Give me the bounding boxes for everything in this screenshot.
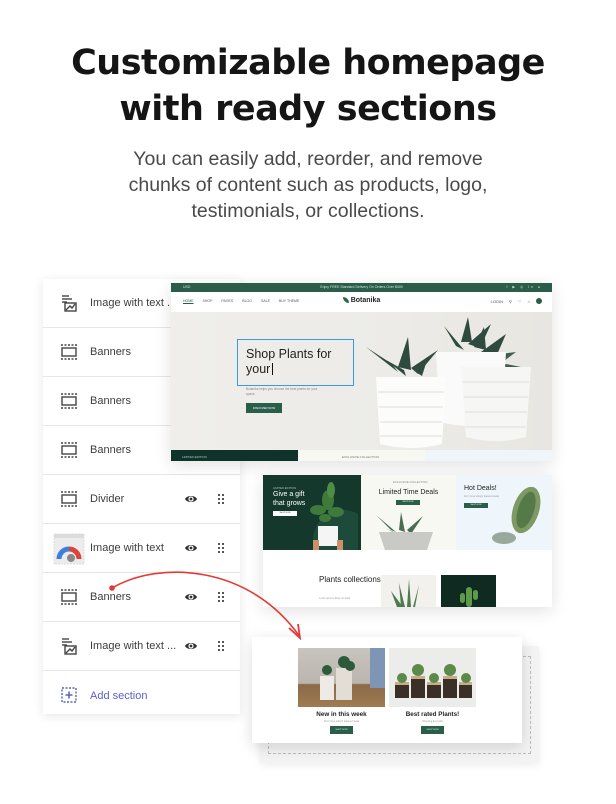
youtube-icon[interactable]: ▶	[512, 285, 517, 289]
add-section-label: Add section	[90, 689, 148, 702]
aloe-plant-image	[376, 512, 433, 550]
eye-icon[interactable]	[184, 590, 198, 604]
nav-actions: LOGIN ⚲ ♡ ⌂	[491, 298, 542, 304]
pinterest-icon[interactable]: ●	[538, 285, 542, 289]
strip-banner-3	[425, 450, 552, 461]
hero-title-text[interactable]: Shop Plants for your	[246, 347, 353, 377]
arrow-head-icon	[288, 623, 302, 641]
divider-icon	[61, 491, 77, 507]
banner-hot-deals[interactable]: Hot Deals! Don't miss today's featured d…	[456, 475, 552, 550]
eye-icon[interactable]	[184, 639, 198, 653]
add-section-button[interactable]: Add section	[43, 671, 240, 720]
gauge-thumbnail-icon	[53, 533, 85, 565]
section-item[interactable]: Divider	[43, 475, 240, 524]
cart-icon[interactable]: ⌂	[528, 299, 530, 304]
headline-line-1: Customizable homepage	[71, 43, 545, 83]
new-in-week-subtitle: Don't miss today's featured deals	[323, 720, 360, 723]
add-section-icon	[61, 687, 77, 703]
announcement-bar: USD Enjoy FREE Standard Delivery On Orde…	[171, 283, 552, 292]
strip-banner-2: EXCLUSIVE COLLECTION	[298, 450, 425, 461]
headline-line-2: with ready sections	[119, 89, 497, 129]
best-rated-button[interactable]: SHOP NOW	[421, 726, 444, 734]
banner-limited-deals[interactable]: EXCLUSIVE COLLECTION Limited Time Deals …	[361, 475, 456, 550]
section-item-label: Banners	[90, 395, 131, 407]
dropped-banners-section[interactable]: New in this week Don't miss today's feat…	[252, 637, 522, 743]
text-caret	[272, 363, 274, 375]
hero-banner: Shop Plants for your Botanika helps you …	[171, 312, 552, 450]
gift-plant-image	[310, 482, 358, 550]
banners-icon	[61, 393, 77, 409]
new-in-week-button[interactable]: SHOP NOW	[330, 726, 353, 734]
eye-icon[interactable]	[184, 541, 198, 555]
drag-handle-icon[interactable]	[218, 543, 224, 553]
hero-title-editor[interactable]: Shop Plants for your	[237, 339, 354, 386]
section-item-label: Banners	[90, 444, 131, 456]
instagram-icon[interactable]: ◎	[520, 285, 525, 289]
collection-image-cactus[interactable]	[441, 575, 496, 607]
section-item[interactable]: Image with text	[43, 524, 240, 573]
eye-icon[interactable]	[184, 492, 198, 506]
best-rated-image	[389, 648, 476, 707]
section-item-label: Divider	[90, 493, 125, 505]
image-with-text-icon	[62, 295, 77, 312]
page-subtitle: You can easily add, reorder, and remove …	[128, 148, 488, 222]
best-rated-subtitle: Shopping Everyday	[422, 720, 443, 723]
banners-icon	[61, 344, 77, 360]
discover-now-button[interactable]: DISCOVER NOW	[246, 403, 282, 413]
cactus-collection-image	[460, 587, 478, 607]
section-item-label: Banners	[90, 591, 131, 603]
drag-handle-icon[interactable]	[218, 494, 224, 504]
section-item-label: Image with text	[90, 542, 164, 554]
announcement-message: Enjoy FREE Standard Delivery On Orders O…	[320, 285, 403, 289]
search-icon[interactable]: ⚲	[509, 299, 512, 304]
section-item-label: Image with text ...	[90, 297, 177, 309]
new-in-week-image	[298, 648, 385, 707]
banners-preview: LIMITED EDITION Give a gift that grows S…	[263, 475, 552, 607]
storefront-preview: USD Enjoy FREE Standard Delivery On Orde…	[171, 283, 552, 461]
section-item[interactable]: Image with text ...	[43, 622, 240, 671]
brand-name: Botanika	[350, 297, 381, 304]
heart-icon[interactable]: ♡	[518, 299, 522, 304]
page-headline: Customizable homepage with ready section…	[0, 40, 616, 132]
banners-icon	[61, 442, 77, 458]
collection-image-aloe[interactable]	[381, 575, 436, 607]
linkedin-icon[interactable]: in	[528, 285, 535, 289]
social-icons: f ▶ ◎ in ●	[506, 285, 542, 289]
login-link[interactable]: LOGIN	[491, 299, 503, 304]
facebook-icon[interactable]: f	[506, 285, 509, 289]
new-in-week-title: New in this week	[316, 711, 367, 718]
section-item[interactable]: Banners	[43, 573, 240, 622]
section-item-label: Image with text ...	[90, 640, 177, 652]
rubber-plant-image	[492, 486, 541, 544]
store-navbar: HOME SHOP PAGES BLOG SALE BUY THEME Bota…	[171, 292, 552, 312]
banner-gift[interactable]: LIMITED EDITION Give a gift that grows S…	[263, 475, 361, 550]
aloe-collection-image	[391, 579, 419, 607]
drag-handle-icon[interactable]	[218, 592, 224, 602]
best-rated-title: Best rated Plants!	[405, 711, 460, 718]
section-item-label: Banners	[90, 346, 131, 358]
plants-collections-description: Lorem ipsum dolor sit amet	[319, 597, 351, 600]
leaf-logo-icon	[342, 297, 349, 303]
strip-banner-1: LIMITED EDITION	[171, 450, 298, 461]
potted-succulents-image	[366, 317, 531, 448]
image-with-text-icon	[62, 638, 77, 655]
hero-description: Botanika helps you choose the best plant…	[246, 387, 318, 396]
banners-icon	[61, 589, 77, 605]
plants-collections-title: Plants collections	[319, 575, 381, 584]
cart-count-badge	[536, 298, 542, 304]
drag-handle-icon[interactable]	[218, 641, 224, 651]
